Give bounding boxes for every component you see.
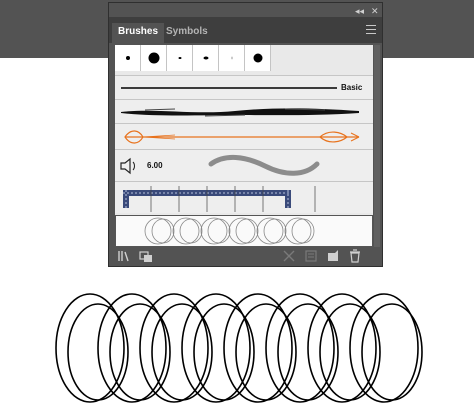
brush-list-scrollbar[interactable] <box>374 45 380 247</box>
brush-dot-1-icon <box>125 56 130 60</box>
close-panel-icon[interactable]: ✕ <box>371 6 379 16</box>
brush-dot-2-icon <box>148 52 159 64</box>
brush-libraries-icon[interactable] <box>117 249 131 263</box>
brush-dot-5-icon <box>231 56 232 60</box>
delete-brush-icon[interactable] <box>348 249 362 263</box>
brush-dot-6[interactable] <box>245 45 271 71</box>
brush-options-icon[interactable] <box>304 249 318 263</box>
panel-menu-icon[interactable] <box>366 25 376 34</box>
remove-brush-stroke-icon[interactable] <box>282 249 296 263</box>
brush-dot-4[interactable] <box>193 45 219 71</box>
brush-row-loops-selected[interactable] <box>115 215 373 247</box>
brush-dot-3-icon <box>178 57 181 59</box>
libraries-panel-icon[interactable] <box>139 249 153 263</box>
tab-brushes[interactable]: Brushes <box>112 23 165 43</box>
pattern-brush-preview <box>123 186 316 212</box>
charcoal-stroke-preview <box>121 108 359 117</box>
panel-tab-strip: Brushes Symbols <box>109 17 382 43</box>
brush-dot-4-icon <box>203 56 208 60</box>
brush-list: Basic 6.00 <box>115 45 373 247</box>
brush-dot-3[interactable] <box>167 45 193 71</box>
basic-label: Basic <box>341 83 363 92</box>
collapse-panel-icon[interactable]: ◂◂ <box>355 6 364 16</box>
brush-row-arrow[interactable] <box>115 123 373 149</box>
brushes-panel: ◂◂ ✕ Brushes Symbols Basic 6.00 <box>108 2 383 267</box>
brush-row-basic[interactable]: Basic <box>115 75 373 99</box>
brush-dot-1[interactable] <box>115 45 141 71</box>
brush-dot-6-icon <box>253 53 262 63</box>
brush-dot-5[interactable] <box>219 45 245 71</box>
brush-row-charcoal[interactable] <box>115 99 373 123</box>
brush-row-bristle[interactable]: 6.00 <box>115 149 373 181</box>
basic-stroke-preview <box>121 87 337 89</box>
bristle-size-label: 6.00 <box>147 161 163 170</box>
loop-brush-preview <box>144 217 315 245</box>
panel-footer <box>109 246 382 266</box>
brush-dot-2[interactable] <box>141 45 167 71</box>
arrow-brush-preview <box>124 130 360 144</box>
speaker-icon <box>120 157 135 175</box>
tab-symbols[interactable]: Symbols <box>160 23 214 43</box>
new-brush-icon[interactable] <box>326 249 340 263</box>
loop-brush-stroke-artwork[interactable] <box>48 290 430 410</box>
brush-row-pattern[interactable] <box>115 181 373 213</box>
